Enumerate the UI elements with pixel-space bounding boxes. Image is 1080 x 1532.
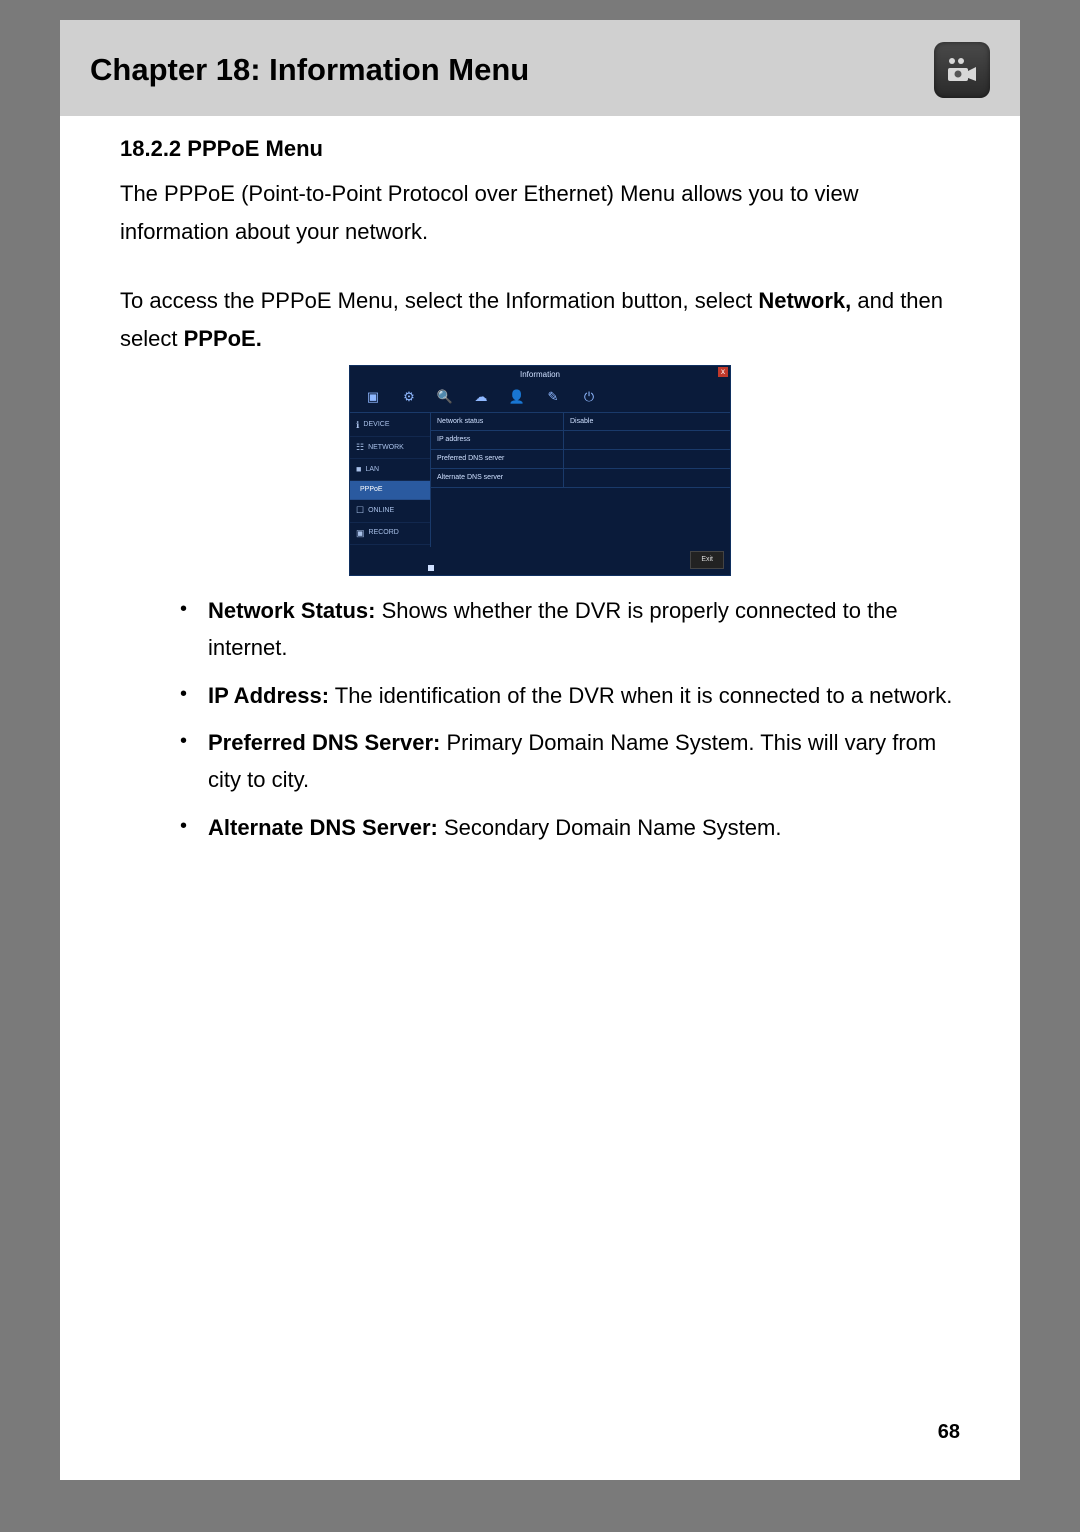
row-value [564, 469, 730, 487]
power-icon[interactable]: ⏻ [580, 388, 598, 406]
bullet-term: Alternate DNS Server: [208, 815, 438, 840]
table-row: Alternate DNS server [431, 469, 730, 488]
dvr-information-window: Information x ▣ ⚙ 🔍 ☁ 👤 ✎ ⏻ ℹ DEVICE ☷ NET… [349, 365, 731, 576]
bullet-term: IP Address: [208, 683, 329, 708]
sidebar-item-lan[interactable]: ■ LAN [350, 459, 430, 481]
user-icon[interactable]: 👤 [508, 388, 526, 406]
sidebar-item-label: DEVICE [363, 419, 389, 431]
sidebar-item-label: ONLINE [368, 505, 394, 517]
access-bold-network: Network, [758, 288, 851, 313]
camera-icon[interactable]: ▣ [364, 388, 382, 406]
scroll-indicator [428, 565, 434, 571]
sidebar-item-label: NETWORK [368, 442, 404, 454]
access-bold-pppoe: PPPoE. [184, 326, 262, 351]
row-value [564, 450, 730, 468]
row-label: Alternate DNS server [431, 469, 564, 487]
bullet-term: Preferred DNS Server: [208, 730, 440, 755]
gear-icon[interactable]: ⚙ [400, 388, 418, 406]
bullet-desc: Secondary Domain Name System. [438, 815, 782, 840]
dvr-camera-icon [934, 42, 990, 98]
page-content: 18.2.2 PPPoE Menu The PPPoE (Point-to-Po… [60, 116, 1020, 846]
dvr-titlebar: Information x [350, 366, 730, 384]
dvr-toolbar: ▣ ⚙ 🔍 ☁ 👤 ✎ ⏻ [350, 384, 730, 413]
lan-icon: ■ [356, 462, 361, 477]
dvr-main-panel: Network statusDisable IP address Preferr… [431, 413, 730, 547]
list-item: Preferred DNS Server: Primary Domain Nam… [180, 724, 960, 799]
dvr-window-title: Information [520, 368, 560, 382]
sidebar-item-label: PPPoE [360, 484, 383, 496]
sidebar-item-network[interactable]: ☷ NETWORK [350, 437, 430, 459]
chapter-title: Chapter 18: Information Menu [90, 52, 529, 88]
list-item: Alternate DNS Server: Secondary Domain N… [180, 809, 960, 846]
close-icon[interactable]: x [718, 367, 728, 377]
sidebar-item-label: RECORD [369, 527, 399, 539]
row-label: Network status [431, 413, 564, 431]
intro-paragraph: The PPPoE (Point-to-Point Protocol over … [120, 175, 960, 250]
table-row: Network statusDisable [431, 413, 730, 432]
list-item: Network Status: Shows whether the DVR is… [180, 592, 960, 667]
online-icon: ☐ [356, 503, 364, 518]
dvr-sidebar: ℹ DEVICE ☷ NETWORK ■ LAN PPPoE ☐ ONLINE ▣ REC… [350, 413, 431, 547]
exit-button[interactable]: Exit [690, 551, 724, 569]
bullet-desc: The identification of the DVR when it is… [329, 683, 952, 708]
dvr-body: ℹ DEVICE ☷ NETWORK ■ LAN PPPoE ☐ ONLINE ▣ REC… [350, 413, 730, 547]
table-row: Preferred DNS server [431, 450, 730, 469]
sidebar-item-record[interactable]: ▣ RECORD [350, 523, 430, 545]
bullet-list: Network Status: Shows whether the DVR is… [120, 592, 960, 846]
network-icon: ☷ [356, 440, 364, 455]
sidebar-item-online[interactable]: ☐ ONLINE [350, 500, 430, 522]
row-label: Preferred DNS server [431, 450, 564, 468]
sidebar-item-label: LAN [365, 464, 379, 476]
info-icon: ℹ [356, 418, 359, 433]
access-paragraph: To access the PPPoE Menu, select the Inf… [120, 282, 960, 357]
row-value: Disable [564, 413, 730, 431]
row-label: IP address [431, 431, 564, 449]
row-value [564, 431, 730, 449]
chapter-header: Chapter 18: Information Menu [60, 20, 1020, 116]
embedded-screenshot: Information x ▣ ⚙ 🔍 ☁ 👤 ✎ ⏻ ℹ DEVICE ☷ NET… [120, 365, 960, 576]
sidebar-item-pppoe[interactable]: PPPoE [350, 481, 430, 500]
page-number: 68 [938, 1421, 960, 1444]
pen-icon[interactable]: ✎ [544, 388, 562, 406]
access-text-pre: To access the PPPoE Menu, select the Inf… [120, 288, 758, 313]
list-item: IP Address: The identification of the DV… [180, 677, 960, 714]
table-row: IP address [431, 431, 730, 450]
record-icon: ▣ [356, 526, 365, 541]
cloud-icon[interactable]: ☁ [472, 388, 490, 406]
dvr-footer: Exit [350, 547, 730, 569]
document-page: Chapter 18: Information Menu 18.2.2 PPPo… [60, 20, 1020, 1480]
sidebar-item-device[interactable]: ℹ DEVICE [350, 415, 430, 437]
bullet-term: Network Status: [208, 598, 375, 623]
section-heading: 18.2.2 PPPoE Menu [120, 130, 960, 167]
search-icon[interactable]: 🔍 [436, 388, 454, 406]
